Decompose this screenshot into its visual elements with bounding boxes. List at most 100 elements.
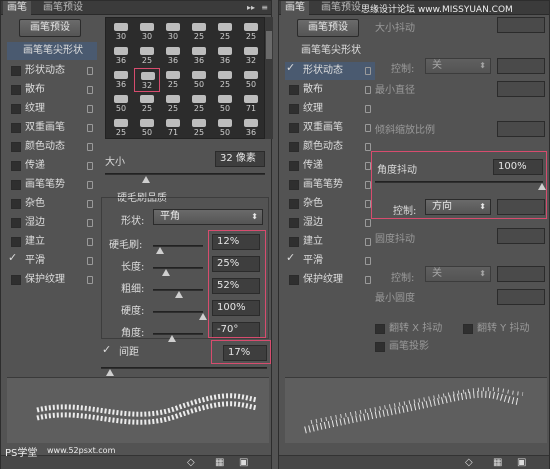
checkbox[interactable]	[289, 142, 299, 152]
checkbox[interactable]	[11, 123, 21, 133]
brush-tip[interactable]: 30	[160, 20, 186, 44]
checkbox[interactable]	[289, 161, 299, 171]
checkbox[interactable]	[463, 324, 473, 334]
brush-tip[interactable]: 30	[134, 20, 160, 44]
toggle-icon[interactable]: ◇	[187, 457, 195, 468]
brush-tip[interactable]: 25	[134, 44, 160, 68]
checkmark-icon[interactable]: ✓	[102, 341, 111, 359]
spacing-slider-knob[interactable]	[106, 369, 114, 376]
shape-dropdown[interactable]: 平角 ⬍	[153, 209, 263, 225]
lock-icon[interactable]	[87, 162, 93, 170]
lock-icon[interactable]	[365, 219, 371, 227]
size-control-field[interactable]	[497, 58, 545, 74]
size-slider-knob[interactable]	[142, 176, 150, 183]
brush-tip[interactable]: 50	[212, 92, 238, 116]
brush-tip[interactable]: 71	[238, 92, 264, 116]
checkbox[interactable]	[375, 324, 385, 334]
sidebar-item-color-dynamics[interactable]: 颜色动态	[285, 138, 375, 156]
brush-presets-button[interactable]: 画笔预设	[19, 19, 81, 37]
grid-icon[interactable]: ▦	[493, 457, 502, 468]
new-icon[interactable]: ▣	[517, 457, 526, 468]
sidebar-item-brush-pose[interactable]: 画笔笔势	[7, 176, 97, 194]
checkmark-icon[interactable]: ✓	[286, 249, 295, 267]
brush-tip[interactable]: 50	[238, 68, 264, 92]
checkbox[interactable]	[289, 237, 299, 247]
angle-jitter-field[interactable]: 100%	[493, 159, 543, 175]
min-roundness-field[interactable]	[497, 289, 545, 305]
collapse-icon[interactable]: ▸▸	[247, 2, 255, 14]
checkbox[interactable]	[11, 161, 21, 171]
checkbox[interactable]	[289, 85, 299, 95]
checkbox[interactable]	[11, 85, 21, 95]
scrollbar-thumb[interactable]	[266, 31, 272, 59]
checkbox[interactable]	[375, 342, 385, 352]
brush-tip[interactable]: 25	[160, 92, 186, 116]
checkbox[interactable]	[289, 218, 299, 228]
sidebar-item-build-up[interactable]: 建立	[7, 233, 97, 251]
angle-slider-knob[interactable]	[168, 335, 176, 342]
brush-tip[interactable]: 36	[212, 44, 238, 68]
brush-tip[interactable]: 36	[108, 44, 134, 68]
checkbox[interactable]	[289, 123, 299, 133]
sidebar-item-shape-dynamics[interactable]: 形状动态	[7, 62, 97, 80]
brush-tip[interactable]: 25	[238, 20, 264, 44]
checkbox[interactable]	[11, 66, 21, 76]
angle-control-dropdown[interactable]: 方向 ⬍	[425, 199, 491, 215]
sidebar-item-color-dynamics[interactable]: 颜色动态	[7, 138, 97, 156]
sidebar-item-transfer[interactable]: 传递	[7, 157, 97, 175]
checkbox[interactable]	[11, 180, 21, 190]
size-control-dropdown[interactable]: 关 ⬍	[425, 58, 491, 74]
brush-tip[interactable]: 50	[186, 68, 212, 92]
brush-tip[interactable]: 25	[186, 116, 212, 138]
spacing-slider[interactable]	[101, 367, 267, 369]
lock-icon[interactable]	[87, 276, 93, 284]
tab-brush[interactable]: 画笔	[281, 1, 309, 15]
grid-icon[interactable]: ▦	[215, 457, 224, 468]
brush-tip[interactable]: 25	[134, 92, 160, 116]
brush-tip-selected[interactable]: 32	[134, 68, 160, 92]
brush-tip[interactable]: 25	[108, 116, 134, 138]
new-icon[interactable]: ▣	[239, 457, 248, 468]
checkbox[interactable]	[11, 104, 21, 114]
lock-icon[interactable]	[365, 276, 371, 284]
checkbox[interactable]	[289, 199, 299, 209]
size-jitter-field[interactable]	[497, 17, 545, 33]
angle-jitter-slider[interactable]	[375, 181, 543, 183]
brush-tip[interactable]: 25	[160, 68, 186, 92]
sidebar-item-dual-brush[interactable]: 双重画笔	[285, 119, 375, 137]
flip-x-checkbox[interactable]: 翻转 X 抖动	[371, 320, 461, 338]
brush-tip[interactable]: 25	[212, 68, 238, 92]
brush-tip[interactable]: 36	[160, 44, 186, 68]
sidebar-item-brush-tip-shape[interactable]: 画笔笔尖形状	[7, 42, 97, 60]
lock-icon[interactable]	[365, 105, 371, 113]
sidebar-item-scattering[interactable]: 散布	[285, 81, 375, 99]
sidebar-item-scattering[interactable]: 散布	[7, 81, 97, 99]
brush-tip[interactable]: 36	[108, 68, 134, 92]
roundness-control-dropdown[interactable]: 关 ⬍	[425, 266, 491, 282]
lock-icon[interactable]	[87, 257, 93, 265]
bristles-slider-knob[interactable]	[156, 247, 164, 254]
sidebar-item-dual-brush[interactable]: 双重画笔	[7, 119, 97, 137]
brush-tip-grid[interactable]: 30 30 30 25 25 25 36 25 36 36 36 32 36 3…	[105, 17, 265, 139]
checkbox[interactable]	[289, 180, 299, 190]
brush-tip[interactable]: 25	[186, 92, 212, 116]
thickness-slider-knob[interactable]	[175, 291, 183, 298]
sidebar-item-texture[interactable]: 纹理	[7, 100, 97, 118]
size-slider[interactable]	[105, 173, 265, 175]
checkbox[interactable]	[11, 237, 21, 247]
angle-jitter-knob[interactable]	[538, 183, 546, 190]
brush-tip[interactable]: 71	[160, 116, 186, 138]
sidebar-item-shape-dynamics[interactable]: ✓ 形状动态	[285, 61, 375, 80]
sidebar-item-build-up[interactable]: 建立	[285, 233, 375, 251]
lock-icon[interactable]	[365, 238, 371, 246]
size-field[interactable]: 32 像素	[215, 151, 265, 167]
checkbox[interactable]	[289, 104, 299, 114]
sidebar-item-protect-texture[interactable]: 保护纹理	[7, 271, 97, 289]
panel-menu-icon[interactable]: ≡	[261, 2, 268, 14]
lock-icon[interactable]	[365, 124, 371, 132]
sidebar-item-protect-texture[interactable]: 保护纹理	[285, 271, 375, 289]
stiffness-slider[interactable]	[153, 311, 203, 313]
lock-icon[interactable]	[87, 200, 93, 208]
brush-presets-button[interactable]: 画笔预设	[297, 19, 359, 37]
angle-control-field[interactable]	[497, 199, 545, 215]
